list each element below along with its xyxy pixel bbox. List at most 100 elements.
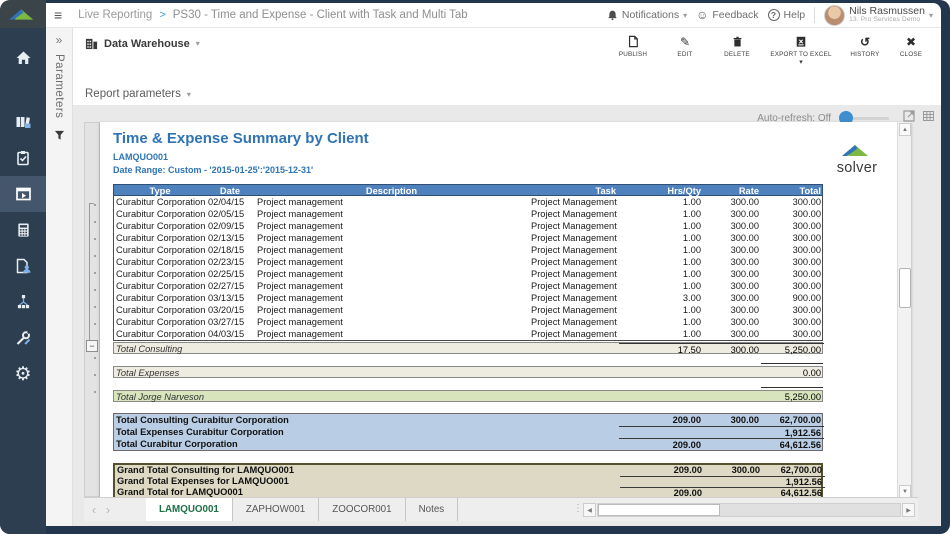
- table-row: Curabitur Corporation 02/18/15 Project m…: [114, 244, 822, 256]
- sheet-tab-label: ZOOCOR001: [332, 504, 391, 515]
- publish-button[interactable]: PUBLISH: [607, 33, 659, 58]
- table-row: Curabitur Corporation 02/13/15 Project m…: [114, 232, 822, 244]
- bell-icon: [607, 9, 618, 21]
- feedback-button[interactable]: ☺ Feedback: [696, 8, 758, 22]
- breadcrumb-page: PS30 - Time and Expense - Client with Ta…: [173, 9, 468, 21]
- solver-logo-mark[interactable]: [0, 0, 46, 28]
- report-parameters-toggle[interactable]: Report parameters ▾: [85, 88, 191, 100]
- subtotal-row: Total Expenses 0.00: [113, 366, 823, 378]
- subtotal-rate: [704, 367, 762, 379]
- sidebar-item-budgeting[interactable]: [0, 212, 46, 248]
- collapse-group-button[interactable]: −: [86, 340, 98, 352]
- outline-dot: [85, 357, 99, 369]
- cell-rate: 300.00: [704, 196, 762, 208]
- gear-icon: ⚙: [14, 365, 31, 384]
- cell-rate: 300.00: [704, 244, 762, 256]
- warehouse-building-icon: [85, 37, 98, 50]
- grid-view-icon[interactable]: [922, 109, 935, 127]
- report-sheet: Type Date Description Task Hrs/Qty Rate …: [113, 184, 823, 500]
- cell-hrs: 1.00: [619, 316, 704, 328]
- sheet-tab[interactable]: Notes: [406, 498, 459, 521]
- client-total-label: Total Curabitur Corporation: [114, 438, 619, 451]
- home-icon: [15, 50, 32, 66]
- cell-hrs: 1.00: [619, 328, 704, 340]
- sheet-tab[interactable]: ZAPHOW001: [233, 498, 319, 521]
- document-user-icon: [15, 258, 32, 274]
- export-to-excel-button[interactable]: EXPORT TO EXCEL ▾: [763, 33, 839, 66]
- close-icon: ✖: [906, 35, 916, 48]
- cell-rate: 300.00: [704, 304, 762, 316]
- table-body: Curabitur Corporation 02/04/15 Project m…: [113, 196, 823, 341]
- cell-description: Project management: [254, 244, 529, 256]
- user-menu[interactable]: Nils Rasmussen 13. Pro Services Demo ▾: [824, 5, 933, 26]
- history-button[interactable]: ↺ HISTORY: [839, 33, 891, 58]
- cell-task: Project Management: [529, 292, 619, 304]
- chevron-down-icon: ▾: [929, 11, 933, 20]
- feedback-label: Feedback: [712, 9, 758, 21]
- report-parameters-label: Report parameters: [85, 88, 181, 100]
- grand-total-hrs: 209.00: [620, 465, 705, 476]
- menu-icon[interactable]: ≡: [52, 7, 70, 23]
- cell-rate: 300.00: [704, 268, 762, 280]
- sidebar-item-live-reporting[interactable]: [0, 176, 46, 212]
- sidebar-item-home[interactable]: [0, 40, 46, 76]
- client-total-row: Total Consulting Curabitur Corporation 2…: [114, 414, 822, 426]
- cell-description: Project management: [254, 196, 529, 208]
- tab-scroll-right-icon[interactable]: ›: [106, 504, 110, 516]
- scroll-right-button[interactable]: ▶: [902, 503, 915, 517]
- data-source-dropdown[interactable]: Data Warehouse ▾: [85, 37, 200, 50]
- tab-scroll-left-icon[interactable]: ‹: [92, 504, 96, 516]
- outline-dot: [85, 221, 99, 233]
- calculator-icon: [16, 222, 31, 238]
- grand-totals-block: Grand Total Consulting for LAMQUO001 209…: [113, 463, 823, 500]
- table-row: Curabitur Corporation 03/20/15 Project m…: [114, 304, 822, 316]
- cell-date: 02/25/15: [206, 268, 254, 280]
- delete-button[interactable]: DELETE: [711, 33, 763, 58]
- sheet-tab[interactable]: LAMQUO001: [146, 498, 233, 521]
- vertical-scrollbar[interactable]: ▲ ▼: [897, 122, 911, 499]
- cell-description: Project management: [254, 268, 529, 280]
- grand-total-row: Grand Total Expenses for LAMQUO001 1,912…: [115, 476, 821, 487]
- chevron-down-icon: ▾: [683, 11, 687, 20]
- cell-hrs: 1.00: [619, 232, 704, 244]
- cell-total: 300.00: [762, 196, 824, 208]
- client-total-row: Total Curabitur Corporation 209.00 64,61…: [114, 438, 822, 450]
- vertical-scroll-thumb[interactable]: [899, 268, 911, 308]
- app-window: ≡ Live Reporting > PS30 - Time and Expen…: [0, 0, 950, 534]
- edit-button[interactable]: ✎ EDIT: [659, 33, 711, 58]
- close-button[interactable]: ✖ CLOSE: [891, 33, 931, 58]
- outline-dot: [85, 289, 99, 301]
- cell-type: Curabitur Corporation: [114, 256, 206, 268]
- filter-funnel-icon[interactable]: [54, 128, 65, 146]
- scroll-left-button[interactable]: ◀: [583, 503, 596, 517]
- scroll-up-button[interactable]: ▲: [899, 123, 911, 136]
- scrollbar-resize-handle[interactable]: ⋮: [573, 503, 583, 514]
- outline-gutter: −: [84, 122, 100, 497]
- table-row: Curabitur Corporation 04/03/15 Project m…: [114, 328, 822, 340]
- help-icon: ?: [768, 9, 780, 21]
- subtotal-label: Total Expenses: [114, 367, 619, 379]
- subtotal-hrs: 17.50: [619, 343, 704, 356]
- subtotal-label: Total Jorge Narveson: [114, 391, 619, 403]
- breadcrumb-section[interactable]: Live Reporting: [78, 9, 152, 21]
- cell-description: Project management: [254, 304, 529, 316]
- sidebar-item-assignments[interactable]: [0, 140, 46, 176]
- sidebar-item-admin-tools[interactable]: [0, 320, 46, 356]
- sidebar-item-settings[interactable]: ⚙: [0, 356, 46, 392]
- client-total-hrs: 209.00: [619, 414, 704, 426]
- chevron-down-icon: ▾: [799, 61, 803, 66]
- cell-type: Curabitur Corporation: [114, 244, 206, 256]
- horizontal-scrollbar[interactable]: [597, 503, 901, 517]
- sidebar-item-data-entry[interactable]: [0, 248, 46, 284]
- cell-hrs: 1.00: [619, 280, 704, 292]
- sheet-tab[interactable]: ZOOCOR001: [319, 498, 405, 521]
- notifications-menu[interactable]: Notifications ▾: [607, 9, 687, 21]
- cell-type: Curabitur Corporation: [114, 304, 206, 316]
- cell-task: Project Management: [529, 304, 619, 316]
- sidebar-item-workflow[interactable]: [0, 284, 46, 320]
- cell-total: 300.00: [762, 220, 824, 232]
- sidebar-item-library[interactable]: [0, 104, 46, 140]
- expand-panel-icon[interactable]: »: [56, 34, 63, 46]
- help-button[interactable]: ? Help: [768, 9, 806, 21]
- horizontal-scroll-thumb[interactable]: [598, 504, 720, 516]
